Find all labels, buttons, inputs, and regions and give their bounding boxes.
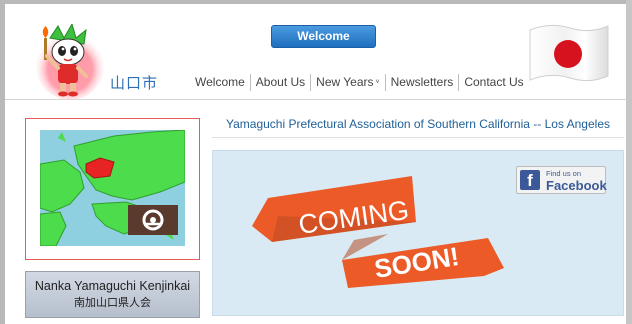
nav-item-new-years-label: New Years — [316, 74, 374, 89]
nav-item-about-us[interactable]: About Us — [251, 73, 312, 91]
yamaguchi-emblem-icon — [128, 205, 178, 235]
welcome-button[interactable]: Welcome — [271, 25, 376, 48]
kenjinkai-name-plate[interactable]: Nanka Yamaguchi Kenjinkai 南加山口県人会 — [25, 271, 200, 318]
nav-item-contact-us[interactable]: Contact Us — [459, 74, 528, 91]
window-frame-right — [626, 0, 632, 324]
kenjinkai-name-jp: 南加山口県人会 — [74, 297, 151, 309]
facebook-badge-button[interactable]: f Find us on Facebook — [516, 166, 607, 194]
kenjinkai-name-en: Nanka Yamaguchi Kenjinkai — [34, 279, 191, 293]
nav-item-newsletters[interactable]: Newsletters — [386, 73, 460, 91]
main-navigation: Welcome About Us New Years ˅ Newsletters … — [190, 72, 529, 92]
coming-soon-banner: COMING SOON! — [252, 176, 504, 288]
facebook-find-us-text: Find us on — [546, 169, 582, 178]
facebook-label: Facebook — [546, 178, 607, 193]
chevron-down-icon: ˅ — [375, 78, 380, 86]
window-frame-left — [0, 0, 5, 324]
mascot-icon[interactable] — [30, 22, 104, 100]
facebook-icon: f — [520, 170, 540, 190]
association-title: Yamaguchi Prefectural Association of Sou… — [226, 117, 610, 131]
nav-item-welcome[interactable]: Welcome — [190, 73, 251, 91]
city-name-logo-text[interactable]: 山口市 — [110, 72, 158, 93]
window-frame-top — [0, 0, 632, 4]
nav-item-new-years[interactable]: New Years ˅ — [311, 73, 386, 91]
title-divider — [212, 137, 624, 138]
japan-flag-icon — [526, 20, 612, 88]
